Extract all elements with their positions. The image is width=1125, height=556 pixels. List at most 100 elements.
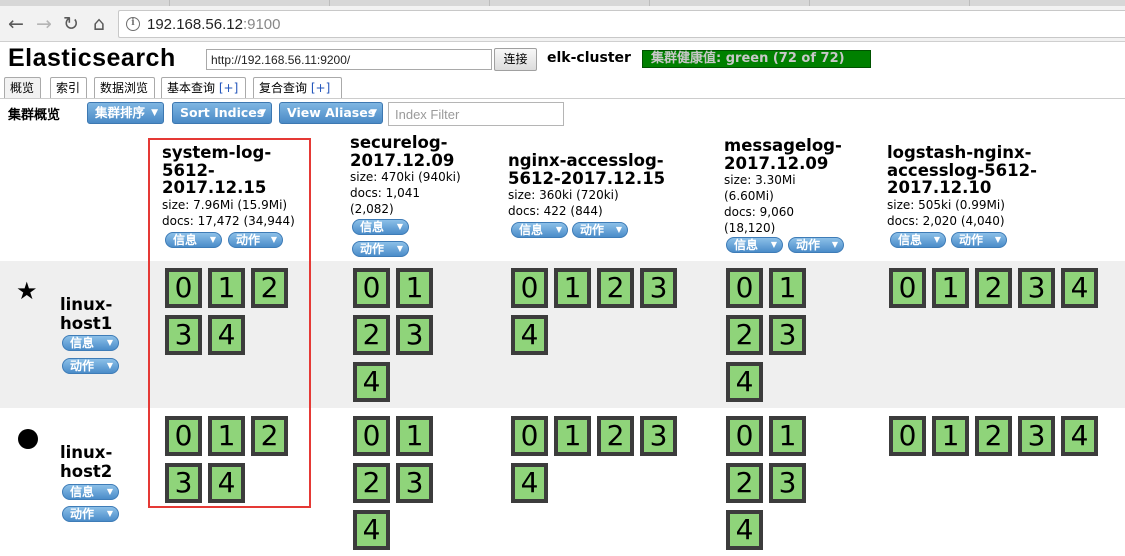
shard-box[interactable]: 1: [554, 268, 591, 308]
index-action-button[interactable]: 动作 ▼: [572, 222, 628, 238]
shard-box[interactable]: 2: [975, 416, 1012, 456]
shard-box[interactable]: 1: [554, 416, 591, 456]
shard-box[interactable]: 4: [511, 315, 548, 355]
node-name[interactable]: linux-host1: [60, 295, 112, 333]
index-filter-input[interactable]: [388, 102, 564, 126]
caret-down-icon: ▼: [615, 225, 622, 234]
index-header: logstash-nginx-accesslog-5612- 2017.12.10…: [887, 144, 1037, 229]
index-name[interactable]: messagelog- 2017.12.09: [724, 137, 842, 172]
index-info-button[interactable]: 信息 ▼: [890, 232, 946, 248]
sort-indices-button[interactable]: Sort Indices ▼: [172, 102, 272, 124]
cluster-health-badge: 集群健康值: green (72 of 72): [642, 50, 871, 68]
caret-down-icon: ▼: [106, 509, 113, 518]
index-action-button[interactable]: 动作 ▼: [951, 232, 1007, 248]
shard-box[interactable]: 2: [975, 268, 1012, 308]
shard-box[interactable]: 4: [353, 362, 390, 402]
node-dot-icon: [18, 429, 38, 449]
index-name[interactable]: nginx-accesslog- 5612-2017.12.15: [508, 152, 665, 187]
shard-box[interactable]: 2: [353, 463, 390, 503]
index-name[interactable]: securelog- 2017.12.09: [350, 134, 461, 169]
index-action-button[interactable]: 动作 ▼: [788, 237, 844, 253]
tab-overview[interactable]: 概览: [4, 77, 41, 99]
shard-box[interactable]: 0: [889, 416, 926, 456]
index-info-button[interactable]: 信息 ▼: [726, 237, 783, 253]
shard-box[interactable]: 4: [726, 362, 763, 402]
shard-box[interactable]: 3: [396, 315, 433, 355]
shard-box[interactable]: 3: [1018, 268, 1055, 308]
tab-divider: [0, 98, 1125, 99]
caret-down-icon: ▼: [106, 338, 113, 347]
index-action-button[interactable]: 动作 ▼: [352, 241, 409, 257]
connect-button[interactable]: 连接: [494, 48, 537, 71]
home-icon[interactable]: ⌂: [87, 12, 111, 36]
shard-box[interactable]: 0: [889, 268, 926, 308]
shard-box[interactable]: 3: [396, 463, 433, 503]
sort-cluster-button[interactable]: 集群排序 ▼: [87, 102, 164, 124]
caret-down-icon: ▼: [555, 225, 562, 234]
index-info-button[interactable]: 信息 ▼: [511, 222, 568, 238]
node-action-button[interactable]: 动作 ▼: [62, 506, 119, 522]
shard-box[interactable]: 0: [511, 268, 548, 308]
site-info-icon[interactable]: i: [126, 17, 140, 31]
url-text: 192.168.56.12:9100: [147, 16, 281, 33]
forward-icon[interactable]: →: [32, 12, 56, 36]
shard-box[interactable]: 1: [396, 268, 433, 308]
shard-box[interactable]: 0: [726, 268, 763, 308]
master-node-star-icon: ★: [16, 277, 38, 305]
shard-box[interactable]: 3: [640, 268, 677, 308]
shard-box[interactable]: 1: [769, 416, 806, 456]
view-aliases-button[interactable]: View Aliases ▼: [279, 102, 383, 124]
shard-box[interactable]: 4: [511, 463, 548, 503]
node-info-button[interactable]: 信息 ▼: [62, 484, 119, 500]
shard-box[interactable]: 2: [597, 268, 634, 308]
tab-browser[interactable]: 数据浏览: [94, 77, 155, 99]
shard-box[interactable]: 1: [932, 268, 969, 308]
caret-down-icon: ▼: [106, 487, 113, 496]
caret-down-icon: ▼: [151, 108, 158, 118]
tab-indices[interactable]: 索引: [50, 77, 87, 99]
shard-box[interactable]: 0: [353, 268, 390, 308]
caret-down-icon: ▼: [259, 108, 266, 118]
shard-box[interactable]: 1: [932, 416, 969, 456]
shard-box[interactable]: 1: [769, 268, 806, 308]
index-info-button[interactable]: 信息 ▼: [352, 219, 409, 235]
shard-box[interactable]: 0: [511, 416, 548, 456]
shard-box[interactable]: 3: [769, 315, 806, 355]
caret-down-icon: ▼: [831, 240, 838, 249]
tab-compound-query[interactable]: 复合查询 [+]: [253, 77, 342, 99]
caret-down-icon: ▼: [994, 235, 1001, 244]
shard-box[interactable]: 1: [396, 416, 433, 456]
connect-url-input[interactable]: [206, 49, 492, 70]
index-name[interactable]: logstash-nginx-accesslog-5612- 2017.12.10: [887, 144, 1037, 197]
back-icon[interactable]: ←: [4, 12, 28, 36]
address-bar[interactable]: i 192.168.56.12:9100: [118, 10, 1125, 38]
shard-box[interactable]: 4: [1061, 268, 1098, 308]
shard-box[interactable]: 0: [353, 416, 390, 456]
shard-box[interactable]: 3: [769, 463, 806, 503]
reload-icon[interactable]: ↻: [59, 12, 83, 36]
index-header: nginx-accesslog- 5612-2017.12.15 size: 36…: [508, 152, 665, 219]
shard-box[interactable]: 2: [597, 416, 634, 456]
index-stats: size: 505ki (0.99Mi) docs: 2,020 (4,040): [887, 197, 1005, 228]
caret-down-icon: ▼: [370, 108, 377, 118]
shard-box[interactable]: 4: [1061, 416, 1098, 456]
shard-box[interactable]: 0: [726, 416, 763, 456]
node-name[interactable]: linux-host2: [60, 443, 112, 481]
highlight-annotation: [148, 138, 311, 508]
browser-toolbar: ← → ↻ ⌂ i 192.168.56.12:9100: [0, 6, 1125, 42]
shard-box[interactable]: 2: [353, 315, 390, 355]
index-stats: size: 3.30Mi (6.60Mi) docs: 9,060 (18,120): [724, 173, 796, 235]
caret-down-icon: ▼: [106, 361, 113, 370]
shard-box[interactable]: 2: [726, 463, 763, 503]
node-info-button[interactable]: 信息 ▼: [62, 335, 119, 351]
shard-box[interactable]: 4: [726, 510, 763, 550]
shard-box[interactable]: 2: [726, 315, 763, 355]
tab-basic-query[interactable]: 基本查询 [+]: [161, 77, 246, 99]
index-header: securelog- 2017.12.09 size: 470ki (940ki)…: [350, 134, 461, 217]
shard-box[interactable]: 4: [353, 510, 390, 550]
shard-box[interactable]: 3: [1018, 416, 1055, 456]
caret-down-icon: ▼: [396, 244, 403, 253]
shard-box[interactable]: 3: [640, 416, 677, 456]
node-action-button[interactable]: 动作 ▼: [62, 358, 119, 374]
cluster-overview-title: 集群概览: [8, 108, 61, 123]
